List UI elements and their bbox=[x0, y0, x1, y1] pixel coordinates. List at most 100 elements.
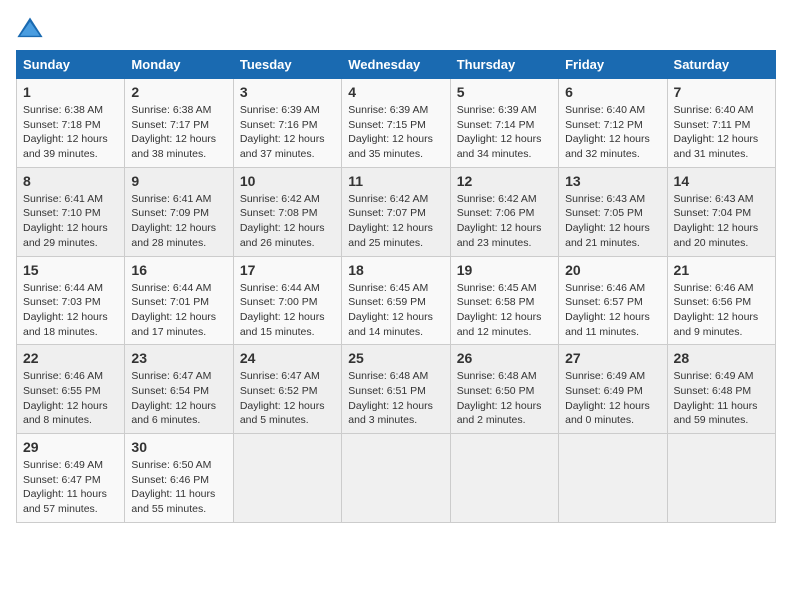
day-number: 14 bbox=[674, 173, 769, 189]
calendar-cell: 30 Sunrise: 6:50 AM Sunset: 6:46 PM Dayl… bbox=[125, 434, 233, 523]
calendar-cell: 9 Sunrise: 6:41 AM Sunset: 7:09 PM Dayli… bbox=[125, 167, 233, 256]
day-info: Sunrise: 6:47 AM Sunset: 6:52 PM Dayligh… bbox=[240, 369, 335, 428]
calendar-cell bbox=[450, 434, 558, 523]
calendar-cell: 17 Sunrise: 6:44 AM Sunset: 7:00 PM Dayl… bbox=[233, 256, 341, 345]
day-number: 22 bbox=[23, 350, 118, 366]
calendar-week-row: 8 Sunrise: 6:41 AM Sunset: 7:10 PM Dayli… bbox=[17, 167, 776, 256]
day-info: Sunrise: 6:39 AM Sunset: 7:15 PM Dayligh… bbox=[348, 103, 443, 162]
calendar-cell: 2 Sunrise: 6:38 AM Sunset: 7:17 PM Dayli… bbox=[125, 79, 233, 168]
day-number: 19 bbox=[457, 262, 552, 278]
calendar-cell bbox=[233, 434, 341, 523]
calendar-cell: 22 Sunrise: 6:46 AM Sunset: 6:55 PM Dayl… bbox=[17, 345, 125, 434]
calendar-week-row: 15 Sunrise: 6:44 AM Sunset: 7:03 PM Dayl… bbox=[17, 256, 776, 345]
header-sunday: Sunday bbox=[17, 51, 125, 79]
header-thursday: Thursday bbox=[450, 51, 558, 79]
day-number: 29 bbox=[23, 439, 118, 455]
day-number: 7 bbox=[674, 84, 769, 100]
calendar-cell: 16 Sunrise: 6:44 AM Sunset: 7:01 PM Dayl… bbox=[125, 256, 233, 345]
day-number: 4 bbox=[348, 84, 443, 100]
weekday-header-row: Sunday Monday Tuesday Wednesday Thursday… bbox=[17, 51, 776, 79]
calendar-cell: 8 Sunrise: 6:41 AM Sunset: 7:10 PM Dayli… bbox=[17, 167, 125, 256]
day-number: 16 bbox=[131, 262, 226, 278]
calendar-cell: 24 Sunrise: 6:47 AM Sunset: 6:52 PM Dayl… bbox=[233, 345, 341, 434]
day-info: Sunrise: 6:49 AM Sunset: 6:48 PM Dayligh… bbox=[674, 369, 769, 428]
header-wednesday: Wednesday bbox=[342, 51, 450, 79]
day-number: 27 bbox=[565, 350, 660, 366]
calendar-cell: 7 Sunrise: 6:40 AM Sunset: 7:11 PM Dayli… bbox=[667, 79, 775, 168]
day-info: Sunrise: 6:41 AM Sunset: 7:09 PM Dayligh… bbox=[131, 192, 226, 251]
calendar-cell: 19 Sunrise: 6:45 AM Sunset: 6:58 PM Dayl… bbox=[450, 256, 558, 345]
calendar-cell: 21 Sunrise: 6:46 AM Sunset: 6:56 PM Dayl… bbox=[667, 256, 775, 345]
calendar-cell: 1 Sunrise: 6:38 AM Sunset: 7:18 PM Dayli… bbox=[17, 79, 125, 168]
calendar-table: Sunday Monday Tuesday Wednesday Thursday… bbox=[16, 50, 776, 523]
day-info: Sunrise: 6:45 AM Sunset: 6:58 PM Dayligh… bbox=[457, 281, 552, 340]
generalblue-logo-icon bbox=[16, 16, 44, 40]
day-info: Sunrise: 6:44 AM Sunset: 7:00 PM Dayligh… bbox=[240, 281, 335, 340]
day-number: 10 bbox=[240, 173, 335, 189]
day-info: Sunrise: 6:41 AM Sunset: 7:10 PM Dayligh… bbox=[23, 192, 118, 251]
day-info: Sunrise: 6:42 AM Sunset: 7:07 PM Dayligh… bbox=[348, 192, 443, 251]
day-info: Sunrise: 6:49 AM Sunset: 6:47 PM Dayligh… bbox=[23, 458, 118, 517]
day-info: Sunrise: 6:46 AM Sunset: 6:57 PM Dayligh… bbox=[565, 281, 660, 340]
calendar-cell: 28 Sunrise: 6:49 AM Sunset: 6:48 PM Dayl… bbox=[667, 345, 775, 434]
calendar-cell: 20 Sunrise: 6:46 AM Sunset: 6:57 PM Dayl… bbox=[559, 256, 667, 345]
day-number: 13 bbox=[565, 173, 660, 189]
day-number: 18 bbox=[348, 262, 443, 278]
calendar-cell: 13 Sunrise: 6:43 AM Sunset: 7:05 PM Dayl… bbox=[559, 167, 667, 256]
day-info: Sunrise: 6:43 AM Sunset: 7:04 PM Dayligh… bbox=[674, 192, 769, 251]
day-number: 3 bbox=[240, 84, 335, 100]
calendar-cell: 14 Sunrise: 6:43 AM Sunset: 7:04 PM Dayl… bbox=[667, 167, 775, 256]
day-info: Sunrise: 6:46 AM Sunset: 6:56 PM Dayligh… bbox=[674, 281, 769, 340]
day-info: Sunrise: 6:42 AM Sunset: 7:08 PM Dayligh… bbox=[240, 192, 335, 251]
day-info: Sunrise: 6:38 AM Sunset: 7:17 PM Dayligh… bbox=[131, 103, 226, 162]
calendar-cell: 3 Sunrise: 6:39 AM Sunset: 7:16 PM Dayli… bbox=[233, 79, 341, 168]
day-info: Sunrise: 6:42 AM Sunset: 7:06 PM Dayligh… bbox=[457, 192, 552, 251]
calendar-cell: 4 Sunrise: 6:39 AM Sunset: 7:15 PM Dayli… bbox=[342, 79, 450, 168]
day-info: Sunrise: 6:45 AM Sunset: 6:59 PM Dayligh… bbox=[348, 281, 443, 340]
calendar-week-row: 29 Sunrise: 6:49 AM Sunset: 6:47 PM Dayl… bbox=[17, 434, 776, 523]
calendar-week-row: 1 Sunrise: 6:38 AM Sunset: 7:18 PM Dayli… bbox=[17, 79, 776, 168]
day-info: Sunrise: 6:46 AM Sunset: 6:55 PM Dayligh… bbox=[23, 369, 118, 428]
day-number: 23 bbox=[131, 350, 226, 366]
header-monday: Monday bbox=[125, 51, 233, 79]
calendar-week-row: 22 Sunrise: 6:46 AM Sunset: 6:55 PM Dayl… bbox=[17, 345, 776, 434]
day-info: Sunrise: 6:48 AM Sunset: 6:51 PM Dayligh… bbox=[348, 369, 443, 428]
calendar-cell bbox=[559, 434, 667, 523]
day-number: 6 bbox=[565, 84, 660, 100]
day-info: Sunrise: 6:49 AM Sunset: 6:49 PM Dayligh… bbox=[565, 369, 660, 428]
day-number: 17 bbox=[240, 262, 335, 278]
day-info: Sunrise: 6:38 AM Sunset: 7:18 PM Dayligh… bbox=[23, 103, 118, 162]
day-number: 25 bbox=[348, 350, 443, 366]
logo bbox=[16, 16, 48, 40]
calendar-cell: 29 Sunrise: 6:49 AM Sunset: 6:47 PM Dayl… bbox=[17, 434, 125, 523]
day-info: Sunrise: 6:43 AM Sunset: 7:05 PM Dayligh… bbox=[565, 192, 660, 251]
calendar-cell: 5 Sunrise: 6:39 AM Sunset: 7:14 PM Dayli… bbox=[450, 79, 558, 168]
day-info: Sunrise: 6:47 AM Sunset: 6:54 PM Dayligh… bbox=[131, 369, 226, 428]
day-number: 20 bbox=[565, 262, 660, 278]
calendar-cell bbox=[342, 434, 450, 523]
day-number: 24 bbox=[240, 350, 335, 366]
calendar-cell: 6 Sunrise: 6:40 AM Sunset: 7:12 PM Dayli… bbox=[559, 79, 667, 168]
calendar-cell bbox=[667, 434, 775, 523]
day-info: Sunrise: 6:40 AM Sunset: 7:11 PM Dayligh… bbox=[674, 103, 769, 162]
calendar-cell: 15 Sunrise: 6:44 AM Sunset: 7:03 PM Dayl… bbox=[17, 256, 125, 345]
header-friday: Friday bbox=[559, 51, 667, 79]
calendar-cell: 12 Sunrise: 6:42 AM Sunset: 7:06 PM Dayl… bbox=[450, 167, 558, 256]
day-number: 15 bbox=[23, 262, 118, 278]
day-info: Sunrise: 6:44 AM Sunset: 7:03 PM Dayligh… bbox=[23, 281, 118, 340]
day-number: 28 bbox=[674, 350, 769, 366]
page-header bbox=[16, 16, 776, 40]
day-number: 30 bbox=[131, 439, 226, 455]
day-info: Sunrise: 6:39 AM Sunset: 7:14 PM Dayligh… bbox=[457, 103, 552, 162]
calendar-cell: 27 Sunrise: 6:49 AM Sunset: 6:49 PM Dayl… bbox=[559, 345, 667, 434]
day-info: Sunrise: 6:48 AM Sunset: 6:50 PM Dayligh… bbox=[457, 369, 552, 428]
day-number: 11 bbox=[348, 173, 443, 189]
day-number: 26 bbox=[457, 350, 552, 366]
day-number: 12 bbox=[457, 173, 552, 189]
day-number: 21 bbox=[674, 262, 769, 278]
calendar-cell: 23 Sunrise: 6:47 AM Sunset: 6:54 PM Dayl… bbox=[125, 345, 233, 434]
day-number: 1 bbox=[23, 84, 118, 100]
calendar-cell: 11 Sunrise: 6:42 AM Sunset: 7:07 PM Dayl… bbox=[342, 167, 450, 256]
day-number: 5 bbox=[457, 84, 552, 100]
calendar-cell: 18 Sunrise: 6:45 AM Sunset: 6:59 PM Dayl… bbox=[342, 256, 450, 345]
